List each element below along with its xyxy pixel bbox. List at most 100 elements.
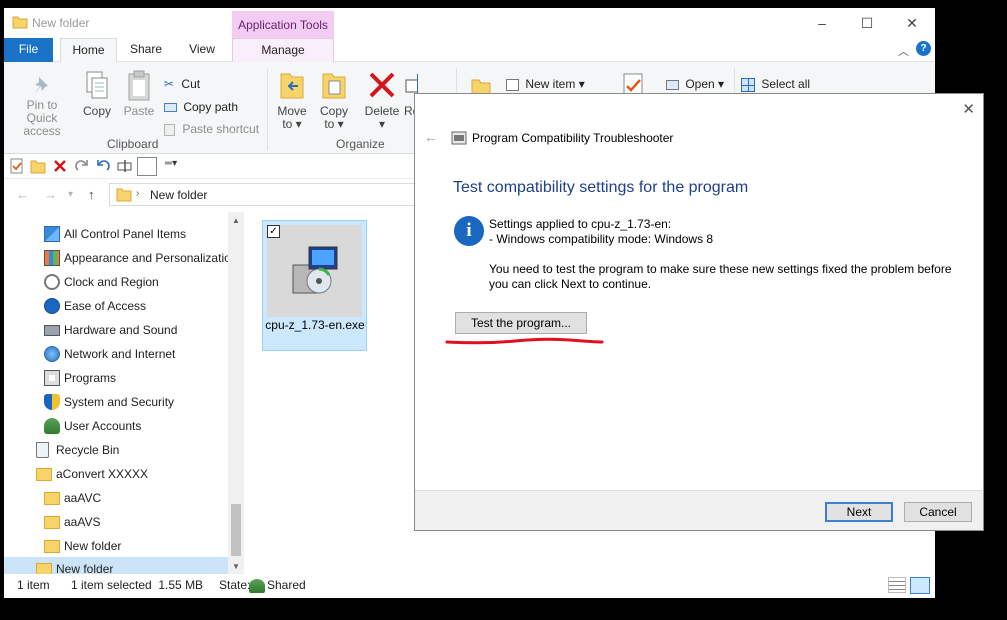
- copy-to-button[interactable]: Copy to ▾: [316, 70, 352, 131]
- printer-icon: [44, 325, 60, 336]
- rename-icon[interactable]: [117, 158, 133, 174]
- maximize-button[interactable]: ☐: [852, 13, 882, 33]
- state-label: State:: [219, 578, 251, 592]
- copy-icon: [86, 71, 108, 99]
- nav-item-clock-and-region[interactable]: Clock and Region: [44, 270, 228, 294]
- clipboard-icon: [128, 70, 150, 101]
- move-to-button[interactable]: Move to ▾: [274, 70, 310, 131]
- nav-item-recycle-bin[interactable]: Recycle Bin: [36, 438, 228, 462]
- file-thumbnail: [267, 225, 362, 317]
- details-view-icon[interactable]: [888, 577, 906, 593]
- breadcrumb[interactable]: New folder: [150, 188, 207, 202]
- pin-icon: [35, 77, 48, 93]
- nav-item-system-and-security[interactable]: System and Security: [44, 390, 228, 414]
- nav-item-user-accounts[interactable]: User Accounts: [44, 414, 228, 438]
- compatibility-troubleshooter-dialog: ✕ ← Program Compatibility Troubleshooter…: [414, 93, 984, 531]
- paste-shortcut-icon: [164, 123, 175, 136]
- organize-group-label: Organize: [336, 137, 385, 151]
- move-to-icon: [280, 73, 304, 99]
- tab-manage[interactable]: Manage: [232, 38, 334, 62]
- recycle-bin-icon: [36, 442, 49, 458]
- nav-item-new-folder[interactable]: New folder: [44, 534, 228, 558]
- help-icon[interactable]: ?: [916, 41, 931, 56]
- explorer-titlebar: New folder Application Tools – ☐ ✕: [4, 8, 935, 38]
- scroll-down-icon[interactable]: ▼: [232, 562, 240, 571]
- nav-item-aconvert[interactable]: aConvert XXXXX: [36, 462, 228, 486]
- nav-item-aaavc[interactable]: aaAVC: [44, 486, 228, 510]
- file-name: cpu-z_1.73-en.exe: [265, 318, 365, 332]
- users-icon: [44, 418, 60, 434]
- copy-path-button[interactable]: Copy path: [164, 100, 238, 114]
- folder-icon: [36, 468, 52, 481]
- navigation-scrollbar[interactable]: ▲ ▼: [228, 212, 244, 574]
- red-underline-annotation: [445, 337, 604, 345]
- ease-of-access-icon: [44, 298, 60, 314]
- scrollbar-thumb[interactable]: [231, 504, 241, 556]
- tab-home[interactable]: Home: [60, 38, 117, 62]
- control-panel-icon: [44, 226, 60, 242]
- address-bar[interactable]: › New folder: [109, 183, 429, 206]
- open-button[interactable]: Open ▾: [666, 77, 724, 91]
- compatibility-mode-text: - Windows compatibility mode: Windows 8: [489, 232, 714, 246]
- forward-arrow-icon[interactable]: →: [44, 187, 57, 202]
- scissors-icon: ✂: [164, 77, 175, 91]
- programs-icon: [44, 370, 60, 386]
- collapse-ribbon-icon[interactable]: ︿: [898, 43, 909, 59]
- instruction-text-line-2: you can click Next to continue.: [489, 277, 652, 291]
- nav-item-hardware-and-sound[interactable]: Hardware and Sound: [44, 318, 228, 342]
- properties-icon[interactable]: [10, 158, 24, 174]
- select-all-button[interactable]: Select all: [741, 77, 810, 92]
- up-arrow-icon[interactable]: ↑: [88, 187, 95, 202]
- installer-icon: [292, 246, 338, 294]
- troubleshooter-icon: [451, 131, 467, 145]
- file-checkbox[interactable]: ✓: [267, 225, 280, 238]
- back-arrow-icon[interactable]: ←: [424, 129, 438, 145]
- nav-item-aaavs[interactable]: aaAVS: [44, 510, 228, 534]
- file-item[interactable]: ✓ cpu-z_1.73-en.exe: [262, 220, 367, 351]
- nav-item-appearance[interactable]: Appearance and Personalizatio: [44, 246, 228, 270]
- shield-icon: [44, 394, 60, 410]
- paste-shortcut-button[interactable]: Paste shortcut: [164, 122, 259, 136]
- nav-item-programs[interactable]: Programs: [44, 366, 228, 390]
- large-icons-view-icon[interactable]: [910, 577, 930, 594]
- recent-locations-icon[interactable]: ▾: [68, 189, 73, 200]
- folder-icon: [116, 188, 132, 202]
- copy-to-icon: [322, 73, 346, 99]
- open-icon: [666, 79, 679, 90]
- pin-to-quick-access-button[interactable]: Pin to Quick access: [10, 74, 74, 138]
- nav-item-network-and-internet[interactable]: Network and Internet: [44, 342, 228, 366]
- dialog-close-button[interactable]: ✕: [962, 100, 975, 118]
- dialog-footer: Next Cancel: [415, 490, 983, 530]
- tab-view[interactable]: View: [184, 38, 220, 62]
- scroll-up-icon[interactable]: ▲: [232, 216, 240, 225]
- new-folder-icon[interactable]: [30, 158, 46, 174]
- breadcrumb-chevron-icon: ›: [136, 188, 140, 199]
- next-button[interactable]: Next: [825, 502, 893, 522]
- cancel-button[interactable]: Cancel: [904, 502, 972, 522]
- shared-users-icon: [249, 579, 265, 593]
- copy-button[interactable]: Copy: [80, 70, 114, 118]
- delete-button[interactable]: Delete ▾: [362, 70, 402, 131]
- customize-toolbar-icon[interactable]: ═▾: [165, 158, 177, 169]
- nav-item-ease-of-access[interactable]: Ease of Access: [44, 294, 228, 318]
- new-item-button[interactable]: New item ▾: [506, 77, 585, 91]
- minimize-button[interactable]: –: [807, 13, 837, 33]
- quick-access-blank-button[interactable]: [137, 157, 157, 176]
- paste-button[interactable]: Paste: [121, 70, 157, 118]
- nav-item-all-control-panel-items[interactable]: All Control Panel Items: [44, 222, 228, 246]
- contextual-tab-application-tools: Application Tools: [232, 11, 334, 38]
- back-arrow-icon[interactable]: ←: [16, 187, 29, 202]
- folder-icon: [44, 516, 60, 529]
- status-bar: 1 item 1 item selected 1.55 MB State: Sh…: [4, 574, 935, 598]
- folder-icon: [44, 540, 60, 553]
- cut-button[interactable]: ✂ Cut: [164, 77, 200, 91]
- close-button[interactable]: ✕: [897, 13, 927, 33]
- tab-share[interactable]: Share: [126, 38, 166, 62]
- tab-file[interactable]: File: [4, 38, 53, 62]
- delete-icon[interactable]: [53, 158, 67, 174]
- selection-info: 1 item selected 1.55 MB: [71, 578, 204, 592]
- redo-icon[interactable]: [75, 158, 89, 174]
- state-value: Shared: [267, 578, 306, 592]
- undo-icon[interactable]: [96, 158, 110, 174]
- test-program-button[interactable]: Test the program...: [455, 312, 587, 334]
